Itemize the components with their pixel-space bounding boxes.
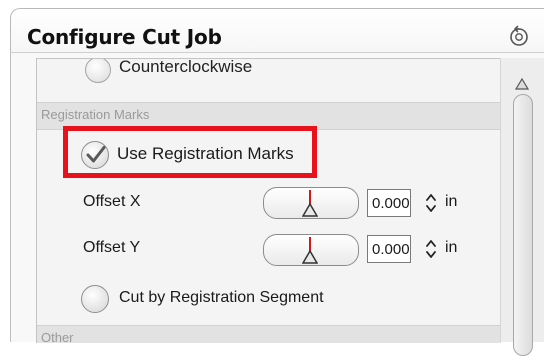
offset-x-slider[interactable] (263, 187, 359, 219)
triangle-thumb-icon[interactable] (302, 203, 318, 217)
highlight-box (63, 126, 317, 178)
spinner-icon[interactable] (425, 237, 437, 261)
other-section-header: Other (37, 325, 501, 343)
offset-y-unit: in (445, 239, 458, 256)
registration-marks-heading: Registration Marks (41, 107, 150, 122)
spinner-icon[interactable] (425, 191, 437, 215)
cut-by-registration-segment-label: Cut by Registration Segment (119, 289, 324, 306)
offset-y-label: Offset Y (83, 239, 141, 256)
offset-y-input[interactable] (367, 235, 411, 263)
panel-title: Configure Cut Job (27, 25, 222, 49)
offset-x-label: Offset X (83, 193, 141, 210)
cut-by-registration-segment-checkbox[interactable] (81, 285, 109, 313)
panel-header: Configure Cut Job (10, 8, 544, 53)
configure-cut-job-panel: Configure Cut Job Counterclockwise Regis… (0, 0, 544, 356)
reset-icon[interactable] (507, 25, 531, 49)
offset-y-slider[interactable] (263, 234, 359, 266)
scrollbar-thumb[interactable] (513, 94, 533, 356)
other-heading: Other (41, 330, 74, 343)
scroll-up-arrow-icon[interactable] (515, 78, 529, 90)
offset-x-input[interactable] (367, 189, 411, 217)
triangle-thumb-icon[interactable] (302, 250, 318, 264)
vertical-scrollbar[interactable] (500, 58, 544, 356)
counterclockwise-label: Counterclockwise (119, 58, 253, 76)
counterclockwise-radio[interactable] (85, 59, 111, 83)
offset-x-unit: in (445, 193, 458, 210)
settings-scroll-area: Counterclockwise Registration Marks Use … (36, 58, 501, 343)
cut-direction-row: Counterclockwise (37, 58, 501, 99)
